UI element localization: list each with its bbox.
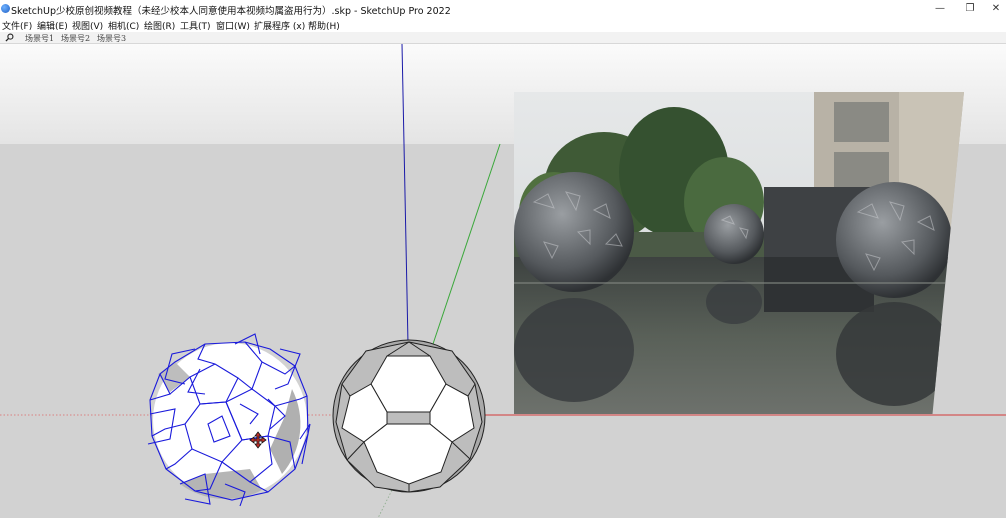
faceted-sphere-selected[interactable] xyxy=(147,333,311,507)
menu-file[interactable]: 文件(F) xyxy=(2,19,32,32)
menu-draw[interactable]: 绘图(R) xyxy=(144,19,175,32)
menu-edit[interactable]: 编辑(E) xyxy=(37,19,68,32)
reference-photo[interactable] xyxy=(514,92,964,414)
close-button[interactable]: ✕ xyxy=(982,2,1006,16)
scene-tabs-bar: 场景号1 场景号2 场景号3 xyxy=(0,32,1006,44)
menu-help[interactable]: 帮助(H) xyxy=(308,19,340,32)
title-bar: SketchUp少校原创视频教程（未经少校本人同意使用本视频均属盗用行为）.sk… xyxy=(0,0,1006,18)
blue-axis xyxy=(401,44,409,345)
tab-scene-2[interactable]: 场景号2 xyxy=(61,33,90,44)
move-cursor-icon xyxy=(249,431,267,449)
green-axis xyxy=(432,143,501,345)
geodesic-sphere-right[interactable] xyxy=(332,339,486,493)
photo-sphere-small xyxy=(704,204,764,264)
menu-tools[interactable]: 工具(T) xyxy=(180,19,211,32)
window-title: SketchUp少校原创视频教程（未经少校本人同意使用本视频均属盗用行为）.sk… xyxy=(11,6,451,17)
menu-window[interactable]: 窗口(W) xyxy=(216,19,250,32)
restore-button[interactable]: ❐ xyxy=(956,2,984,16)
menu-bar: 文件(F) 编辑(E) 视图(V) 相机(C) 绘图(R) 工具(T) 窗口(W… xyxy=(0,18,1006,32)
menu-extensions[interactable]: 扩展程序 (x) xyxy=(254,19,305,32)
tab-scene-3[interactable]: 场景号3 xyxy=(97,33,126,44)
search-icon[interactable] xyxy=(5,33,14,42)
tab-scene-1[interactable]: 场景号1 xyxy=(25,33,54,44)
photo-sphere-right xyxy=(836,182,952,298)
photo-sphere-large xyxy=(514,172,634,292)
minimize-button[interactable]: — xyxy=(926,2,954,16)
menu-view[interactable]: 视图(V) xyxy=(72,19,103,32)
menu-camera[interactable]: 相机(C) xyxy=(108,19,139,32)
sketchup-logo-icon xyxy=(1,4,10,13)
model-viewport[interactable] xyxy=(0,44,1006,518)
